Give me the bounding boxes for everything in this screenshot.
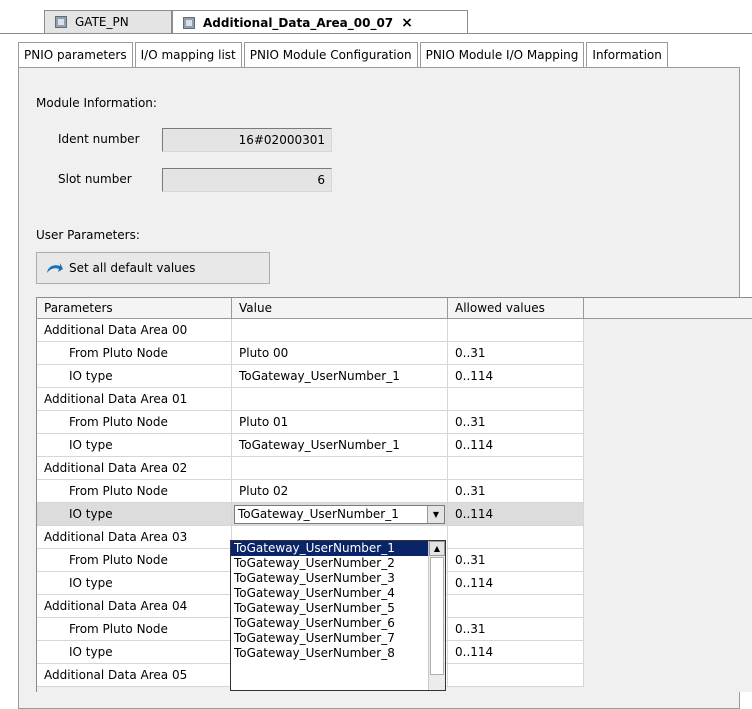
allowed-cell [448,319,584,342]
tab-strip-divider [0,33,752,34]
value-cell[interactable]: ToGateway_UserNumber_1 [232,365,448,388]
param-cell: From Pluto Node [37,618,232,641]
scroll-up-icon[interactable]: ▲ [429,541,445,556]
dropdown-option[interactable]: ToGateway_UserNumber_8 [231,646,445,661]
param-cell: IO type [37,434,232,457]
param-cell: Additional Data Area 05 [37,664,232,687]
set-all-default-values-button[interactable]: Set all default values [36,252,270,284]
table-row[interactable]: IO type ToGateway_UserNumber_1 0..114 [37,365,584,388]
table-row[interactable]: From Pluto Node Pluto 00 0..31 [37,342,584,365]
value-cell[interactable]: ToGateway_UserNumber_1 [232,434,448,457]
column-header-parameters[interactable]: Parameters [37,298,232,319]
dropdown-option[interactable]: ToGateway_UserNumber_5 [231,601,445,616]
parameter-tabs: PNIO parameters I/O mapping list PNIO Mo… [18,42,670,69]
slot-number-label: Slot number [58,172,132,186]
table-row[interactable]: From Pluto Node Pluto 01 0..31 [37,411,584,434]
table-row[interactable]: IO type ToGateway_UserNumber_1 0..114 [37,434,584,457]
doc-tab-additional-data-area[interactable]: Additional_Data_Area_00_07 × [172,10,468,34]
io-type-dropdown-list[interactable]: ToGateway_UserNumber_1 ToGateway_UserNum… [230,540,446,691]
param-cell: From Pluto Node [37,549,232,572]
scrollbar-thumb[interactable] [430,557,444,675]
param-cell: IO type [37,365,232,388]
allowed-cell [448,595,584,618]
ident-number-label: Ident number [58,132,140,146]
dropdown-option[interactable]: ToGateway_UserNumber_3 [231,571,445,586]
column-header-value[interactable]: Value [232,298,448,319]
allowed-cell [448,664,584,687]
value-cell[interactable] [232,319,448,342]
allowed-cell: 0..114 [448,641,584,664]
value-cell[interactable]: ToGateway_UserNumber_1 ▼ [232,503,448,526]
param-cell: From Pluto Node [37,342,232,365]
doc-tab-label: Additional_Data_Area_00_07 [203,15,394,30]
tab-pnio-parameters[interactable]: PNIO parameters [18,42,133,69]
user-parameters-heading: User Parameters: [36,228,140,242]
tab-information[interactable]: Information [586,42,668,68]
dropdown-option[interactable]: ToGateway_UserNumber_7 [231,631,445,646]
allowed-cell: 0..31 [448,411,584,434]
param-cell: Additional Data Area 04 [37,595,232,618]
tab-pnio-module-io-mapping[interactable]: PNIO Module I/O Mapping [419,42,585,68]
set-defaults-label: Set all default values [69,261,196,275]
allowed-cell: 0..31 [448,618,584,641]
combobox-value: ToGateway_UserNumber_1 [238,507,399,521]
doc-tab-gate-pn[interactable]: GATE_PN [44,10,172,33]
io-type-combobox[interactable]: ToGateway_UserNumber_1 ▼ [234,505,445,524]
allowed-cell [448,526,584,549]
param-cell: Additional Data Area 02 [37,457,232,480]
dropdown-scrollbar[interactable]: ▲ [428,541,445,690]
allowed-cell [448,388,584,411]
allowed-cell [448,457,584,480]
tab-io-mapping-list[interactable]: I/O mapping list [134,42,242,68]
dropdown-option[interactable] [231,661,445,676]
undo-arrow-icon [47,263,63,273]
doc-tab-label: GATE_PN [75,15,129,29]
param-cell: IO type [37,641,232,664]
value-cell[interactable]: Pluto 00 [232,342,448,365]
dropdown-option[interactable]: ToGateway_UserNumber_1 [231,541,445,556]
allowed-cell: 0..114 [448,572,584,595]
chevron-down-icon[interactable]: ▼ [427,506,444,523]
tab-pnio-module-configuration[interactable]: PNIO Module Configuration [243,42,418,68]
value-cell[interactable]: Pluto 02 [232,480,448,503]
param-cell: From Pluto Node [37,480,232,503]
param-cell: Additional Data Area 03 [37,526,232,549]
table-row[interactable]: Additional Data Area 00 [37,319,584,342]
param-cell: Additional Data Area 01 [37,388,232,411]
allowed-cell: 0..114 [448,365,584,388]
device-icon [183,16,195,29]
module-information-heading: Module Information: [36,96,157,110]
param-cell: Additional Data Area 00 [37,319,232,342]
column-header-empty [584,298,752,319]
param-cell: From Pluto Node [37,411,232,434]
ident-number-field: 16#02000301 [162,128,332,152]
table-row[interactable]: From Pluto Node Pluto 02 0..31 [37,480,584,503]
table-row[interactable]: Additional Data Area 01 [37,388,584,411]
param-cell: IO type [37,572,232,595]
close-icon[interactable]: × [401,15,413,31]
column-header-allowed-values[interactable]: Allowed values [448,298,584,319]
allowed-cell: 0..31 [448,480,584,503]
allowed-cell: 0..114 [448,434,584,457]
device-icon [55,16,67,28]
allowed-cell: 0..31 [448,342,584,365]
allowed-cell: 0..31 [448,549,584,572]
dropdown-option[interactable]: ToGateway_UserNumber_4 [231,586,445,601]
value-cell[interactable] [232,388,448,411]
value-cell[interactable]: Pluto 01 [232,411,448,434]
allowed-cell: 0..114 [448,503,584,526]
dropdown-option[interactable]: ToGateway_UserNumber_2 [231,556,445,571]
table-row[interactable]: Additional Data Area 02 [37,457,584,480]
param-cell: IO type [37,503,232,526]
slot-number-field: 6 [162,168,332,192]
table-row-selected[interactable]: IO type ToGateway_UserNumber_1 ▼ 0..114 [37,503,584,526]
value-cell[interactable] [232,457,448,480]
dropdown-option[interactable]: ToGateway_UserNumber_6 [231,616,445,631]
